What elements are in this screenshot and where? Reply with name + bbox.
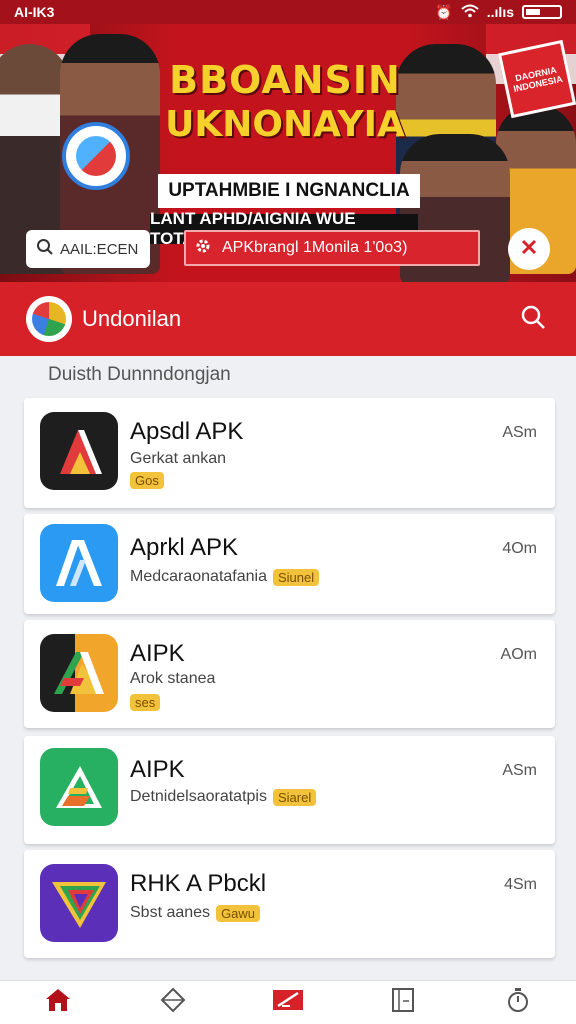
banner-search-button[interactable]: AAIL:ECEN [26, 230, 150, 268]
app-subtitle: Detnidelsaoratatpis [130, 788, 267, 805]
diamond-icon [160, 987, 186, 1018]
banner-cta-button[interactable]: APKbrangl 1Monila 1'0o3) [184, 230, 480, 266]
app-subtitle-row: Detnidelsaoratatpis Siarel [130, 788, 317, 806]
app-icon-4 [40, 748, 118, 826]
app-logo [26, 296, 72, 342]
app-name: AIPK [130, 756, 185, 783]
app-subtitle: Gerkat ankan [130, 450, 227, 467]
app-size: ASm [502, 424, 537, 441]
app-name: AIPK [130, 640, 185, 667]
status-left-text: AI-IK3 [14, 4, 55, 20]
bottom-nav [0, 980, 576, 1024]
list-item[interactable]: AIPK Detnidelsaoratatpis Siarel ASm [24, 736, 555, 844]
battery-icon [522, 5, 562, 19]
search-button[interactable] [516, 302, 550, 336]
app-icon-1 [40, 412, 118, 490]
app-tag: Siarel [272, 788, 317, 806]
search-icon [520, 304, 546, 335]
app-bar: Undonilan [0, 282, 576, 356]
banner-close-button[interactable] [508, 228, 550, 270]
banner-cta-label: APKbrangl 1Monila 1'0o3) [222, 239, 408, 256]
banner-search-label: AAIL:ECEN [60, 240, 139, 258]
app-subtitle-row: Sbst aanes Gawu [130, 904, 261, 922]
app-subtitle: Medcaraonatafania [130, 568, 267, 585]
promo-banner[interactable]: BBOANSIN UKNONAYIA UPTAHMBIE I NGNANCLIA… [0, 24, 576, 282]
banner-app-logo [62, 122, 130, 190]
app-name: Aprkl APK [130, 534, 239, 561]
app-tag: Siunel [272, 568, 320, 586]
app-tag: Gos [130, 472, 164, 489]
status-icons: ⏰ ..ılıs [435, 4, 562, 21]
home-icon [44, 987, 72, 1018]
app-title: Undonilan [82, 306, 182, 331]
app-subtitle: Sbst aanes [130, 904, 211, 921]
section-title: Duisth Dunnndongjan [48, 364, 231, 385]
app-size: 4Om [502, 540, 537, 557]
app-icon-2 [40, 524, 118, 602]
close-icon [519, 237, 539, 262]
app-tag: Gawu [216, 904, 261, 922]
app-size: AOm [500, 646, 537, 663]
app-tag-row: Gos [130, 472, 164, 489]
app-tag: ses [130, 694, 161, 711]
banner-subtitle-white: UPTAHMBIE I NGNANCLIA [158, 174, 420, 208]
app-size: ASm [502, 762, 537, 779]
app-subtitle: Arok stanea [130, 670, 216, 687]
search-icon [36, 238, 54, 260]
app-subtitle-row: Medcaraonatafania Siunel [130, 568, 320, 586]
app-icon-5 [40, 864, 118, 942]
banner-title-line2: UKNONAYIA [165, 104, 405, 145]
banner-corner-badge: DAORNIA INDONESIA [497, 39, 576, 119]
stopwatch-icon [505, 987, 531, 1018]
signal-text: ..ılıs [486, 4, 514, 20]
nav-featured[interactable] [268, 983, 308, 1023]
status-bar: AI-IK3 ⏰ ..ılıs [0, 0, 576, 24]
nav-timer[interactable] [498, 983, 538, 1023]
apk-icon [272, 987, 304, 1018]
list-item[interactable]: AIPK Arok stanea ses AOm [24, 620, 555, 728]
app-name: Apsdl APK [130, 418, 244, 445]
gear-icon [194, 237, 212, 260]
nav-library[interactable] [383, 983, 423, 1023]
book-icon [391, 987, 415, 1018]
app-icon-3 [40, 634, 118, 712]
wifi-icon [461, 4, 479, 21]
app-name: RHK A Pbckl [130, 870, 267, 897]
nav-home[interactable] [38, 983, 78, 1023]
banner-title-line1: BBOANSIN [169, 58, 401, 102]
app-tag-row: ses [130, 694, 161, 711]
list-item[interactable]: Aprkl APK Medcaraonatafania Siunel 4Om [24, 514, 555, 614]
nav-explore[interactable] [153, 983, 193, 1023]
alarm-icon: ⏰ [435, 3, 453, 20]
list-item[interactable]: RHK A Pbckl Sbst aanes Gawu 4Sm [24, 850, 555, 958]
list-item[interactable]: Apsdl APK Gerkat ankan Gos ASm [24, 398, 555, 508]
app-size: 4Sm [504, 876, 537, 893]
